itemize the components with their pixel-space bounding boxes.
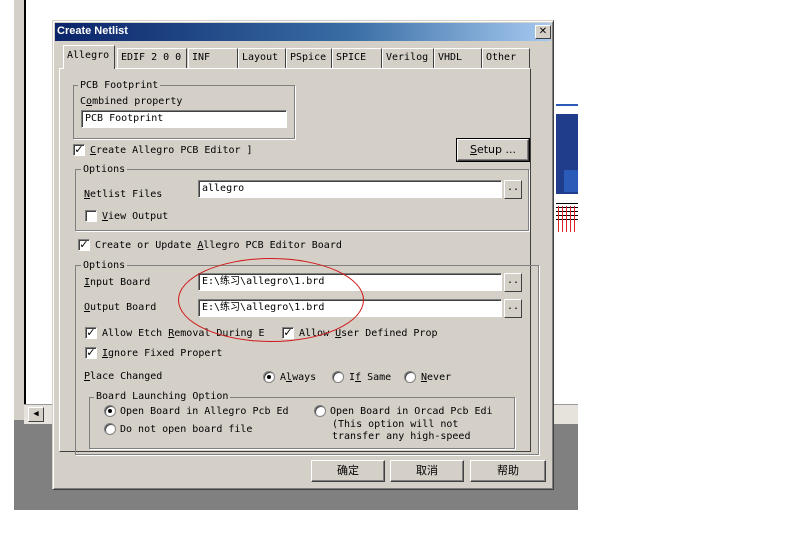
tab-verilog[interactable]: Verilog bbox=[382, 48, 434, 68]
create-netlist-dialog: Create Netlist ✕ Allegro EDIF 2 0 0 INF … bbox=[52, 20, 554, 490]
orcad-note-line2: transfer any high-speed bbox=[332, 431, 471, 442]
background-pcb-trace bbox=[556, 104, 578, 106]
netlist-browse-button[interactable]: .. bbox=[504, 180, 522, 199]
input-board-label: Input Board bbox=[84, 277, 151, 288]
background-pcb-component bbox=[564, 170, 578, 192]
output-board-browse-button[interactable]: .. bbox=[504, 299, 522, 318]
tab-inf[interactable]: INF bbox=[188, 48, 238, 68]
ok-button[interactable]: 确定 bbox=[311, 460, 385, 482]
tab-other[interactable]: Other bbox=[482, 48, 530, 68]
create-allegro-editor-label: Create Allegro PCB Editor ] bbox=[90, 145, 253, 156]
input-board-browse-button[interactable]: .. bbox=[504, 273, 522, 292]
tab-layout[interactable]: Layout bbox=[238, 48, 286, 68]
place-changed-never-radio[interactable] bbox=[404, 371, 416, 383]
combined-property-input[interactable]: PCB Footprint bbox=[81, 110, 287, 128]
background-pcb-pins bbox=[558, 206, 576, 232]
do-not-open-radio[interactable] bbox=[104, 423, 116, 435]
netlist-files-label: Netlist Files bbox=[84, 189, 163, 200]
background-left-strip bbox=[14, 0, 24, 420]
place-changed-always-radio[interactable] bbox=[263, 371, 275, 383]
create-allegro-editor-checkbox[interactable]: ✓ bbox=[73, 144, 85, 156]
output-board-label: Output Board bbox=[84, 302, 157, 313]
place-changed-label: Place Changed bbox=[84, 371, 163, 382]
netlist-files-input[interactable]: allegro bbox=[198, 180, 502, 198]
red-annotation-ellipse bbox=[178, 258, 364, 342]
do-not-open-label: Do not open board file bbox=[120, 424, 253, 435]
netlist-options-legend: Options bbox=[81, 164, 128, 175]
orcad-note-line1: (This option will not bbox=[332, 419, 459, 430]
ignore-fixed-property-label: Ignore Fixed Propert bbox=[102, 348, 223, 359]
pcb-footprint-legend: PCB Footprint bbox=[78, 80, 161, 91]
dialog-titlebar[interactable]: Create Netlist ✕ bbox=[55, 23, 551, 41]
open-in-allegro-radio[interactable] bbox=[104, 405, 116, 417]
place-changed-if-same-radio[interactable] bbox=[332, 371, 344, 383]
close-button[interactable]: ✕ bbox=[535, 25, 551, 39]
combined-property-label: Combined property bbox=[80, 96, 183, 107]
open-in-orcad-label: Open Board in Orcad Pcb Edi bbox=[330, 406, 493, 417]
view-output-label: View Output bbox=[102, 211, 169, 222]
view-output-checkbox[interactable] bbox=[85, 210, 97, 222]
cancel-button[interactable]: 取消 bbox=[390, 460, 464, 482]
place-changed-if-same-label: If Same bbox=[349, 372, 392, 383]
open-in-orcad-radio[interactable] bbox=[314, 405, 326, 417]
open-in-allegro-label: Open Board in Allegro Pcb Ed bbox=[120, 406, 289, 417]
place-changed-always-label: Always bbox=[280, 372, 317, 383]
ignore-fixed-property-checkbox[interactable]: ✓ bbox=[85, 347, 97, 359]
update-board-checkbox[interactable]: ✓ bbox=[78, 239, 90, 251]
tab-edif[interactable]: EDIF 2 0 0 bbox=[117, 48, 187, 68]
update-board-label: Create or Update Allegro PCB Editor Boar… bbox=[95, 240, 342, 251]
tab-allegro[interactable]: Allegro bbox=[63, 45, 115, 69]
dialog-title: Create Netlist bbox=[57, 25, 128, 37]
setup-button[interactable]: Setup ... bbox=[456, 138, 530, 162]
tab-spice[interactable]: SPICE bbox=[332, 48, 382, 68]
tab-pspice[interactable]: PSpice bbox=[286, 48, 332, 68]
tab-vhdl[interactable]: VHDL bbox=[434, 48, 482, 68]
board-options-legend: Options bbox=[81, 260, 128, 271]
board-launching-legend: Board Launching Option bbox=[94, 391, 231, 402]
place-changed-never-label: Never bbox=[421, 372, 452, 383]
allow-etch-removal-checkbox[interactable]: ✓ bbox=[85, 327, 97, 339]
help-button[interactable]: 帮助 bbox=[470, 460, 546, 482]
scroll-left-arrow-icon[interactable]: ◀ bbox=[28, 407, 44, 422]
